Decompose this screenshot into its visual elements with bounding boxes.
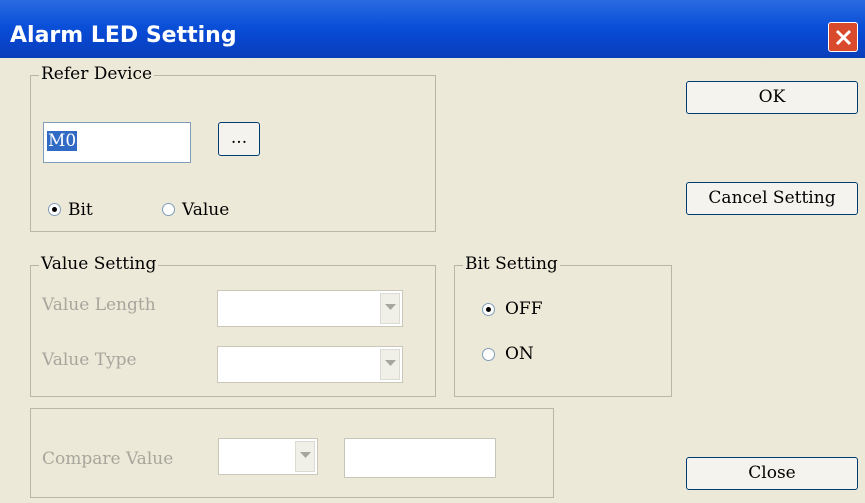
close-button[interactable]: Close <box>686 457 858 490</box>
value-length-label: Value Length <box>42 295 156 315</box>
close-window-button[interactable] <box>828 22 858 52</box>
compare-operator-dropdown-button[interactable] <box>295 441 315 472</box>
cancel-setting-button[interactable]: Cancel Setting <box>686 182 858 215</box>
value-radio[interactable] <box>162 203 175 216</box>
ok-button[interactable]: OK <box>686 81 858 114</box>
value-radio-label: Value <box>182 200 230 220</box>
refer-device-legend: Refer Device <box>39 64 155 84</box>
compare-value-label: Compare Value <box>42 449 174 469</box>
bit-setting-group: Bit Setting <box>454 254 672 397</box>
title-bar[interactable]: Alarm LED Setting <box>0 0 865 58</box>
close-icon <box>835 29 852 46</box>
value-type-select[interactable] <box>217 346 403 383</box>
on-radio[interactable] <box>482 348 495 361</box>
value-length-dropdown-button[interactable] <box>380 293 400 324</box>
bit-radio[interactable] <box>48 203 61 216</box>
chevron-down-icon <box>385 304 396 310</box>
on-radio-label: ON <box>505 344 534 364</box>
compare-value-input[interactable] <box>344 438 496 478</box>
off-radio-label: OFF <box>505 299 543 319</box>
value-setting-legend: Value Setting <box>39 254 159 274</box>
off-radio[interactable] <box>482 303 495 316</box>
device-input-value: M0 <box>47 131 78 151</box>
value-type-label: Value Type <box>42 350 137 370</box>
chevron-down-icon <box>300 452 311 458</box>
alarm-led-setting-dialog: Alarm LED Setting Refer Device M0 ... Bi… <box>0 0 865 503</box>
compare-operator-select[interactable] <box>218 438 318 475</box>
browse-device-button[interactable]: ... <box>218 122 260 156</box>
device-input[interactable]: M0 <box>43 122 191 163</box>
value-type-dropdown-button[interactable] <box>380 349 400 380</box>
window-title: Alarm LED Setting <box>10 23 237 48</box>
bit-radio-label: Bit <box>68 200 93 220</box>
chevron-down-icon <box>385 360 396 366</box>
bit-setting-legend: Bit Setting <box>463 254 560 274</box>
value-length-select[interactable] <box>217 290 403 327</box>
